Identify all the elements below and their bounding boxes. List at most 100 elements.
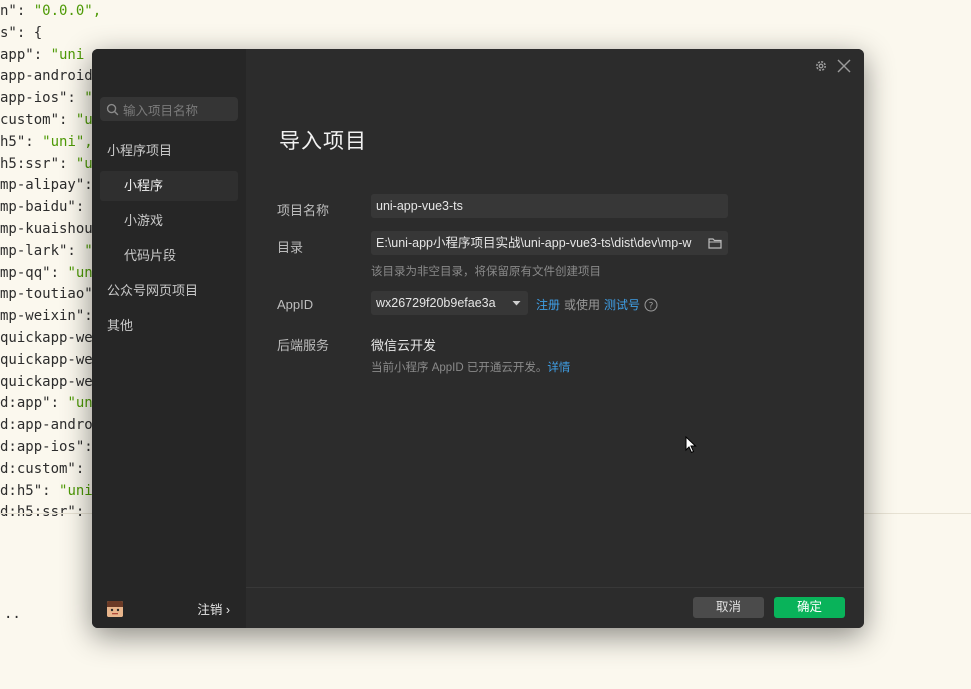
help-icon[interactable]: ?	[644, 298, 658, 312]
editor-line-value: "u	[75, 112, 93, 128]
editor-line-key: h5":	[0, 133, 43, 150]
editor-line-key: app":	[0, 46, 51, 63]
page-title: 导入项目	[279, 130, 367, 153]
editor-line: mp-weixin":	[0, 307, 93, 325]
editor-line: d:h5": "uni	[0, 482, 93, 500]
appid-select[interactable]: wx26729f20b9efae3a	[371, 291, 528, 315]
editor-line: custom": "u	[0, 111, 93, 129]
editor-line: s": {	[0, 24, 42, 42]
editor-line: d:app-andro	[0, 416, 93, 434]
search-icon	[106, 103, 119, 115]
search-placeholder: 输入项目名称	[123, 103, 199, 118]
test-account-link[interactable]: 测试号	[604, 296, 640, 313]
editor-line: quickapp-we	[0, 373, 93, 391]
directory-label: 目录	[277, 240, 304, 255]
editor-line-key: mp-toutiao"	[0, 286, 93, 303]
editor-line: d:app": "un	[0, 394, 93, 412]
editor-line-key: app-android	[0, 68, 93, 85]
sidebar-footer: 注销 ›	[92, 588, 246, 628]
editor-line-value: "0.0.0",	[33, 3, 102, 19]
appid-value: wx26729f20b9efae3a	[376, 296, 496, 310]
project-name-label: 项目名称	[277, 203, 330, 218]
editor-line-value: "uni",	[42, 133, 93, 150]
editor-line-key: mp-qq":	[0, 264, 68, 281]
appid-links: 注册 或使用 测试号 ?	[536, 296, 658, 313]
backend-hint-row: 当前小程序 AppID 已开通云开发。详情	[371, 359, 570, 375]
editor-line: d:custom":	[0, 460, 93, 478]
editor-line: h5:ssr": "u	[0, 155, 93, 173]
sidebar-item-official-account-web[interactable]: 公众号网页项目	[92, 276, 246, 306]
sidebar-item-other[interactable]: 其他	[92, 311, 246, 341]
mouse-cursor-icon	[685, 436, 697, 454]
editor-line: mp-baidu":	[0, 198, 93, 216]
editor-line-key: s": {	[0, 24, 43, 41]
editor-ellipsis: ..	[4, 606, 21, 622]
editor-line-key: n":	[0, 3, 34, 19]
window-controls	[814, 58, 852, 74]
main-panel: 导入项目 项目名称 uni-app-vue3-ts 目录 E:\uni-app小…	[246, 49, 864, 628]
editor-line-key: mp-kuaishou	[0, 221, 93, 237]
avatar[interactable]	[107, 601, 123, 617]
editor-line-key: d:app-andro	[0, 417, 93, 434]
editor-line: mp-lark": "	[0, 242, 93, 260]
sidebar: 输入项目名称 小程序项目 小程序 小游戏 代码片段 公众号网页项目 其他 注销 …	[92, 49, 246, 628]
editor-line: mp-alipay":	[0, 176, 93, 194]
editor-line: n": "0.0.0",	[0, 2, 101, 20]
directory-value: E:\uni-app小程序项目实战\uni-app-vue3-ts\dist\d…	[376, 236, 692, 250]
project-name-input[interactable]: uni-app-vue3-ts	[371, 194, 728, 218]
editor-line-key: h5:ssr":	[0, 155, 76, 172]
dialog-footer: 取消 确定	[246, 587, 864, 628]
editor-line-key: mp-lark":	[0, 242, 85, 259]
editor-line: h5": "uni",	[0, 133, 93, 151]
appid-label: AppID	[277, 297, 314, 312]
confirm-button[interactable]: 确定	[774, 597, 845, 618]
editor-line-key: app-ios":	[0, 90, 85, 107]
import-project-dialog: 输入项目名称 小程序项目 小程序 小游戏 代码片段 公众号网页项目 其他 注销 …	[92, 49, 864, 628]
editor-line: quickapp-we	[0, 351, 93, 369]
editor-line-key: mp-weixin":	[0, 308, 93, 325]
backend-label: 后端服务	[277, 338, 330, 353]
editor-line-key: quickapp-we	[0, 373, 93, 390]
or-use-text: 或使用	[564, 298, 601, 312]
editor-line-key: quickapp-we	[0, 351, 93, 368]
sidebar-item-miniprogram[interactable]: 小程序	[100, 171, 238, 201]
editor-line: mp-qq": "un	[0, 264, 93, 282]
folder-icon[interactable]	[708, 237, 722, 249]
cancel-button[interactable]: 取消	[693, 597, 764, 618]
logout-link[interactable]: 注销 ›	[197, 599, 230, 618]
avatar-image	[107, 601, 123, 617]
editor-line-key: custom":	[0, 112, 76, 128]
editor-line: quickapp-we	[0, 329, 93, 347]
editor-line: app-android	[0, 67, 93, 85]
editor-line-key: d:custom":	[0, 460, 93, 477]
editor-line-key: d:h5":	[0, 482, 60, 499]
editor-line-key: mp-baidu":	[0, 199, 93, 216]
directory-input[interactable]: E:\uni-app小程序项目实战\uni-app-vue3-ts\dist\d…	[371, 231, 728, 255]
sidebar-item-code-snippet[interactable]: 代码片段	[92, 241, 246, 271]
sidebar-item-miniprogram-project[interactable]: 小程序项目	[92, 136, 246, 166]
sidebar-item-minigame[interactable]: 小游戏	[92, 206, 246, 236]
directory-hint: 该目录为非空目录，将保留原有文件创建项目	[371, 266, 601, 278]
details-link[interactable]: 详情	[547, 362, 570, 374]
editor-line-key: mp-alipay":	[0, 177, 93, 194]
editor-line: app-ios": "	[0, 89, 93, 107]
project-search-input[interactable]: 输入项目名称	[100, 97, 238, 121]
editor-line-value: "un	[67, 264, 93, 281]
backend-hint: 当前小程序 AppID 已开通云开发。	[371, 362, 548, 374]
editor-line-value: "u	[75, 155, 93, 172]
editor-line-value: "uni	[50, 46, 85, 63]
editor-line-key: quickapp-we	[0, 330, 93, 346]
close-icon[interactable]	[836, 58, 852, 74]
editor-line-key: d:app-ios":	[0, 439, 93, 455]
editor-line-value: "uni	[59, 482, 93, 499]
editor-line-key: d:app":	[0, 395, 68, 412]
register-link[interactable]: 注册	[536, 296, 560, 313]
gear-icon[interactable]	[814, 59, 828, 73]
editor-line: mp-toutiao"	[0, 285, 93, 303]
editor-line-value: "un	[67, 395, 93, 412]
svg-text:?: ?	[649, 301, 654, 311]
chevron-down-icon	[512, 301, 521, 306]
editor-line: app": "uni	[0, 46, 84, 64]
editor-line: d:app-ios":	[0, 438, 93, 456]
backend-value: 微信云开发	[371, 338, 437, 353]
